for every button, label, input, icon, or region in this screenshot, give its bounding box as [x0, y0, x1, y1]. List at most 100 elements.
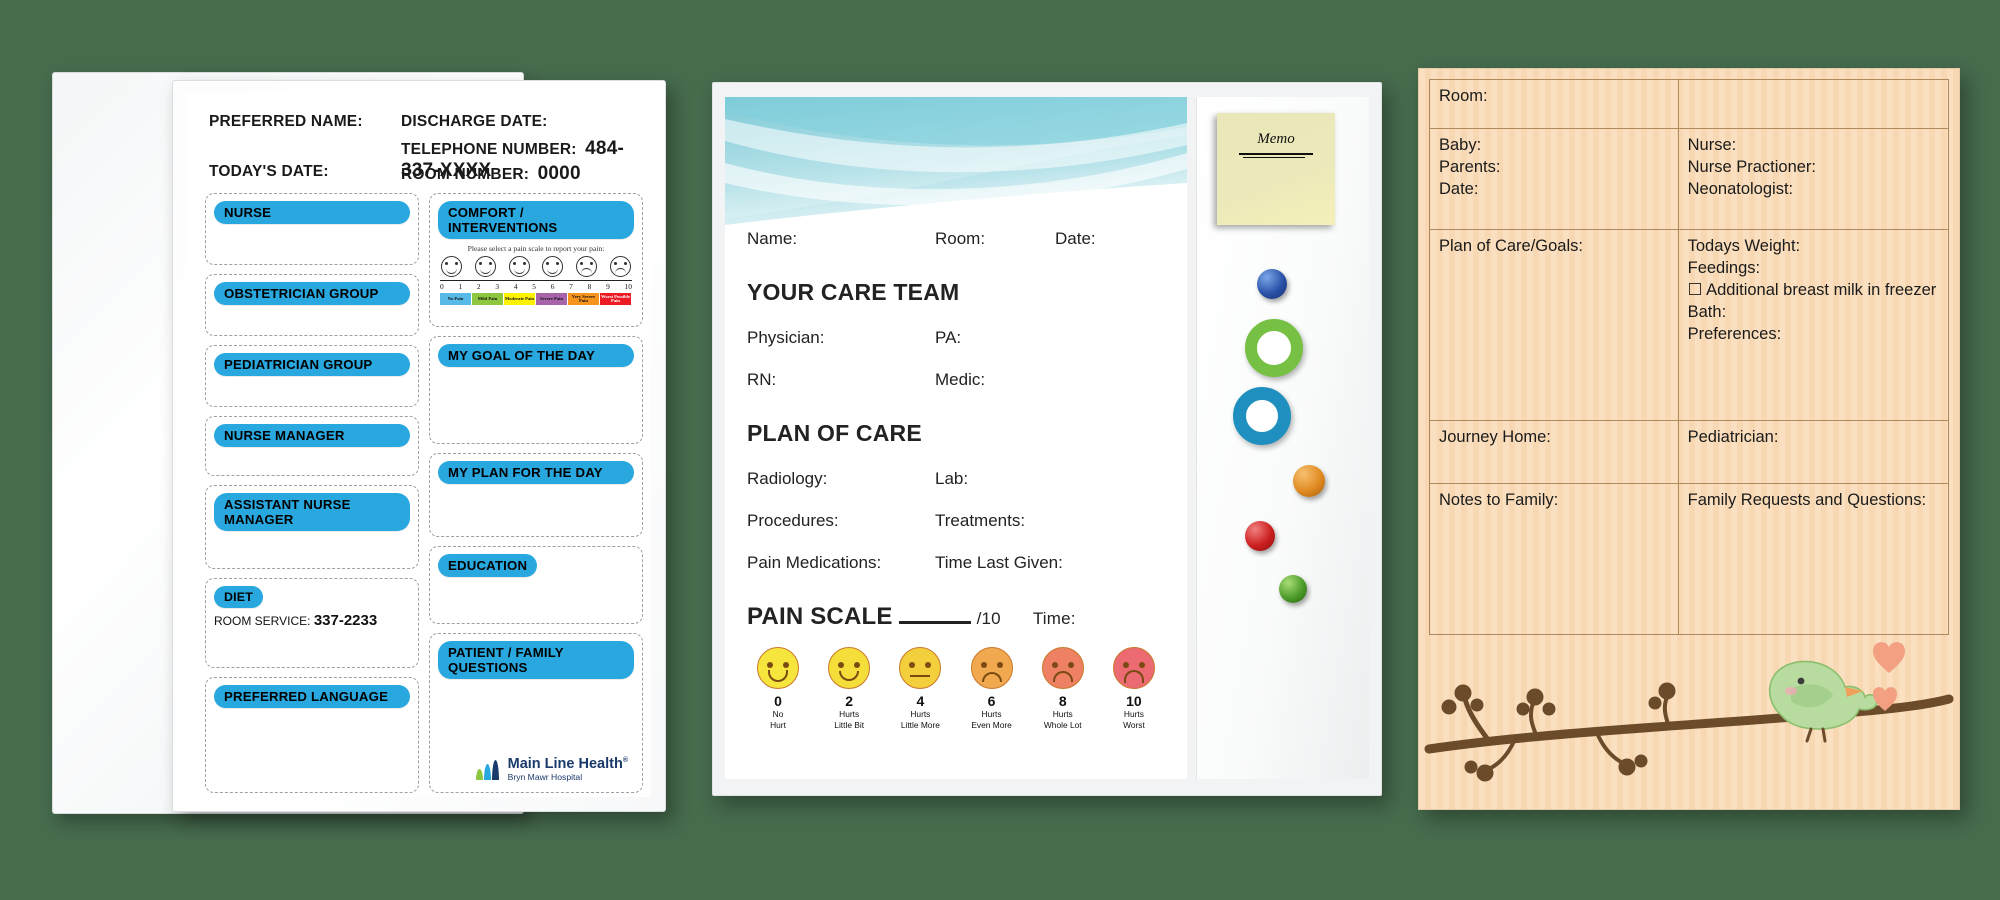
field-pa[interactable]: PA: [935, 328, 1165, 348]
field-obstetrician-group[interactable]: OBSTETRICIAN GROUP [205, 274, 419, 336]
pain-scale-blank-line[interactable] [898, 621, 971, 624]
field-assistant-nurse-manager-label: ASSISTANT NURSE MANAGER [214, 493, 410, 532]
field-comfort-interventions[interactable]: COMFORT / INTERVENTIONS Please select a … [429, 193, 643, 327]
label-nurse-practioner: Nurse Practioner: [1687, 157, 1817, 176]
main-line-health-mark-icon [475, 759, 502, 780]
field-patient-family-questions-label: PATIENT / FAMILY QUESTIONS [438, 641, 634, 680]
field-my-goal-of-the-day-label: MY GOAL OF THE DAY [438, 344, 634, 368]
bird-branch-svg [1424, 642, 1954, 782]
face-hurts-worst-icon [1112, 647, 1155, 689]
bird-on-branch-illustration [1419, 629, 1959, 809]
board-maternity-left-column: NURSE OBSTETRICIAN GROUP PEDIATRICIAN GR… [205, 193, 419, 793]
heart-icon [1873, 642, 1905, 711]
top-fields-row: Name: Room: Date: [747, 229, 1165, 249]
pain-scale-segment: No Pain [440, 293, 472, 306]
green-dome-magnet[interactable] [1279, 575, 1307, 603]
field-room[interactable]: Room: [935, 229, 1055, 249]
pain-scale-heading: PAIN SCALE [747, 603, 893, 630]
pain-scale-tick: 4 [513, 282, 518, 292]
pain-scale-time-label[interactable]: Time: [1033, 609, 1076, 629]
field-physician[interactable]: Physician: [747, 328, 935, 348]
magnet-strip-panel: Memo [1196, 97, 1369, 779]
pain-scale-segment: Severe Pain [536, 293, 568, 306]
face-number: 2 [845, 693, 854, 709]
field-my-plan-for-the-day[interactable]: MY PLAN FOR THE DAY [429, 453, 643, 537]
field-procedures[interactable]: Procedures: [747, 511, 935, 531]
field-preferred-language[interactable]: PREFERRED LANGUAGE [205, 677, 419, 793]
pain-scale-segment: Worst Possible Pain [600, 293, 632, 306]
scene-root: PREFERRED NAME: TODAY'S DATE: DISCHARGE … [0, 0, 2000, 900]
field-medic[interactable]: Medic: [935, 370, 1165, 390]
cell-baby-parents-date[interactable]: Baby: Parents: Date: [1430, 129, 1679, 229]
preferred-name-label: PREFERRED NAME: [209, 113, 363, 130]
wong-baker-item[interactable]: 2 Hurts Little Bit [820, 647, 878, 730]
face-number: 0 [774, 693, 782, 709]
field-lab[interactable]: Lab: [935, 469, 1165, 489]
cell-family-requests-questions[interactable]: Family Requests and Questions: [1679, 484, 1948, 634]
memo-title: Memo [1257, 131, 1295, 147]
wong-baker-item[interactable]: 4 Hurts Little More [891, 647, 949, 730]
field-rn[interactable]: RN: [747, 370, 935, 390]
field-my-plan-for-the-day-label: MY PLAN FOR THE DAY [438, 461, 634, 485]
field-diet[interactable]: DIET ROOM SERVICE: 337-2233 [205, 578, 419, 668]
pain-scale-segment: Mild Pain [472, 293, 504, 306]
face-hurts-little-more-icon [899, 647, 942, 689]
field-nurse[interactable]: NURSE [205, 193, 419, 265]
face-label-line2: Whole Lot [1043, 719, 1082, 730]
field-nurse-manager[interactable]: NURSE MANAGER [205, 416, 419, 476]
logo-title: Main Line Health® [507, 756, 628, 773]
face-no-hurt-icon [757, 647, 799, 689]
cell-plan-of-care-goals[interactable]: Plan of Care/Goals: [1430, 230, 1679, 420]
pain-scale-tick: 7 [569, 282, 573, 292]
face-label-line2: Hurt [770, 719, 786, 730]
cell-nurse-np-neonatologist[interactable]: Nurse: Nurse Practioner: Neonatologist: [1679, 129, 1948, 229]
pain-scale-tick: 5 [532, 282, 536, 292]
memo-sticky-note[interactable]: Memo [1217, 113, 1335, 225]
face-label-line2: Little More [900, 719, 940, 730]
room-number-value: 0000 [537, 163, 581, 184]
wong-baker-item[interactable]: 0 No Hurt [749, 647, 807, 730]
wong-baker-item[interactable]: 8 Hurts Whole Lot [1034, 647, 1092, 730]
wong-baker-item[interactable]: 6 Hurts Even More [963, 647, 1021, 730]
field-pediatrician-group[interactable]: PEDIATRICIAN GROUP [205, 345, 419, 407]
care-team-row-2: RN: Medic: [747, 370, 1165, 390]
cell-room-right[interactable] [1679, 80, 1948, 128]
main-line-health-logo: Main Line Health® Bryn Mawr Hospital [475, 756, 628, 782]
field-my-goal-of-the-day[interactable]: MY GOAL OF THE DAY [429, 336, 643, 444]
label-todays-weight: Todays Weight: [1687, 237, 1801, 255]
pain-scale-tick: 9 [606, 282, 610, 292]
field-diet-label: DIET [214, 586, 264, 609]
field-name[interactable]: Name: [747, 229, 935, 249]
cell-room[interactable]: Room: [1430, 80, 1679, 128]
field-date[interactable]: Date: [1055, 229, 1165, 249]
label-additional-breast-milk[interactable]: ☐ Additional breast milk in freezer [1688, 280, 1939, 302]
wong-baker-item[interactable]: 10 Hurts Worst [1105, 647, 1163, 730]
field-pain-medications[interactable]: Pain Medications: [747, 553, 935, 573]
orange-dome-magnet[interactable] [1293, 465, 1325, 497]
pain-scale-ruler: 0 1 2 3 4 5 6 7 8 9 10 [440, 280, 632, 291]
pain-scale-tick: 10 [624, 282, 632, 292]
cell-notes-to-family[interactable]: Notes to Family: [1430, 484, 1679, 634]
newborn-info-table: Room: Baby: Parents: Date: Nurse: Nurse … [1429, 79, 1949, 635]
logo-subtitle: Bryn Mawr Hospital [507, 771, 583, 782]
blue-ring-magnet[interactable] [1233, 387, 1291, 445]
red-dome-magnet[interactable] [1245, 521, 1275, 551]
field-patient-family-questions[interactable]: PATIENT / FAMILY QUESTIONS Main Line Hea… [429, 633, 643, 793]
cell-weight-feedings-bath[interactable]: Todays Weight: Feedings: ☐ Additional br… [1679, 230, 1948, 420]
field-radiology[interactable]: Radiology: [747, 469, 935, 489]
field-assistant-nurse-manager[interactable]: ASSISTANT NURSE MANAGER [205, 485, 419, 569]
field-treatments[interactable]: Treatments: [935, 511, 1165, 531]
cell-pediatrician[interactable]: Pediatrician: [1679, 421, 1948, 483]
wong-baker-faces-scale: 0 No Hurt 2 Hurts Little Bit 4 Hurts Lit… [747, 647, 1165, 730]
field-time-last-given[interactable]: Time Last Given: [935, 553, 1165, 573]
blue-dome-magnet[interactable] [1257, 269, 1287, 299]
label-pediatrician: Pediatrician: [1687, 428, 1779, 446]
memo-underline-secondary [1243, 157, 1305, 158]
label-room: Room: [1439, 87, 1488, 105]
field-nurse-label: NURSE [214, 201, 410, 225]
label-family-requests-and-questions: Family Requests and Questions: [1687, 491, 1927, 509]
field-education[interactable]: EDUCATION [429, 546, 643, 624]
cell-journey-home[interactable]: Journey Home: [1430, 421, 1679, 483]
green-ring-magnet[interactable] [1245, 319, 1303, 377]
field-nurse-manager-label: NURSE MANAGER [214, 424, 410, 448]
